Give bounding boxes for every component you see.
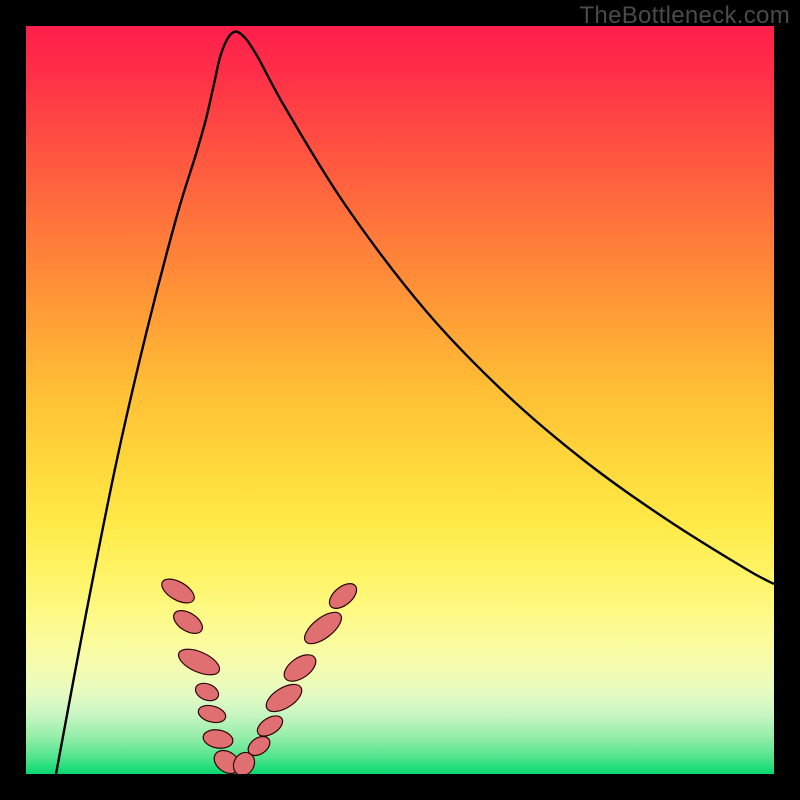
watermark-text: TheBottleneck.com	[579, 2, 790, 30]
gradient-background	[26, 26, 774, 774]
plot-frame	[26, 26, 774, 774]
